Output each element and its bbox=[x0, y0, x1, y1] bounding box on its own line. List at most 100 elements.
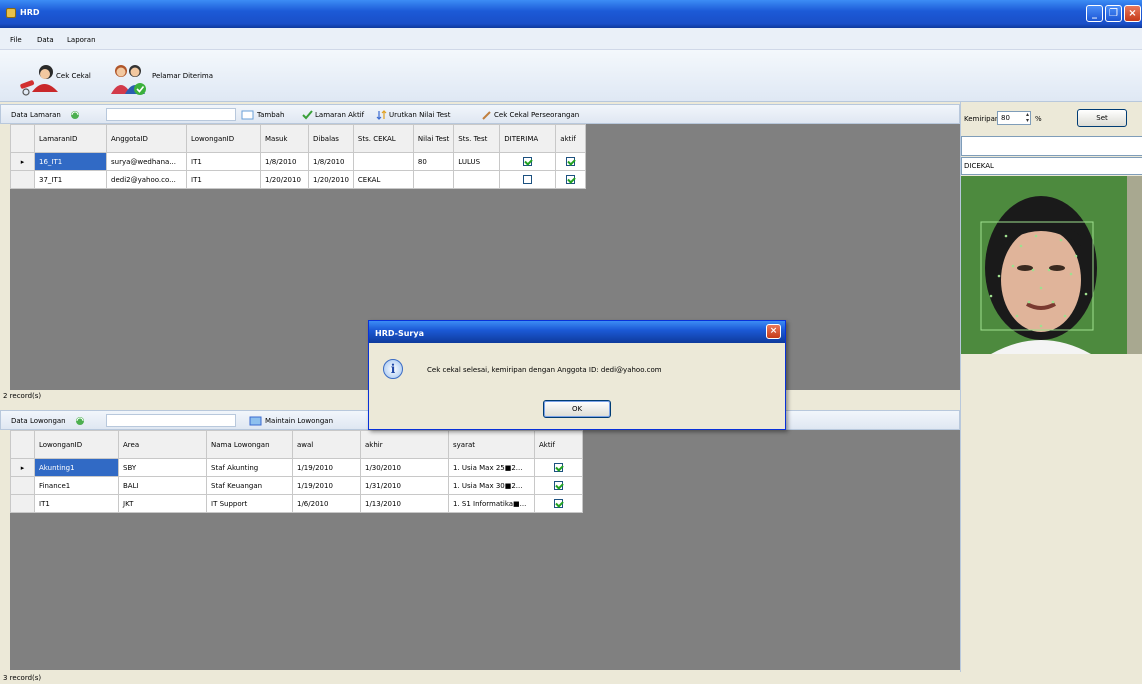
table-cell-nilai[interactable]: 80 bbox=[412, 152, 455, 171]
table-cell-awal[interactable]: 1/6/2010 bbox=[292, 494, 361, 513]
column-header[interactable]: aktif bbox=[555, 124, 587, 153]
row-header[interactable] bbox=[10, 476, 35, 495]
row-header[interactable]: ▸ bbox=[10, 152, 35, 171]
column-header[interactable]: Sts. Test bbox=[453, 124, 501, 153]
aktif-checkbox[interactable] bbox=[554, 499, 563, 508]
diterima-checkbox[interactable] bbox=[523, 175, 533, 184]
aktif-checkbox[interactable] bbox=[554, 481, 563, 490]
table-cell-masuk[interactable]: 1/8/2010 bbox=[260, 152, 309, 171]
menu-laporan[interactable]: Laporan bbox=[67, 36, 96, 44]
set-button[interactable]: Set bbox=[1077, 109, 1127, 127]
cek-cekal-button[interactable]: Cek Cekal bbox=[18, 65, 91, 96]
table-cell-area[interactable]: BALI bbox=[118, 476, 207, 495]
column-header[interactable]: Area bbox=[118, 430, 207, 459]
spinner-arrows-icon[interactable]: ▴ ▾ bbox=[1026, 112, 1029, 124]
table-cell-dibalas[interactable]: 1/20/2010 bbox=[308, 170, 354, 189]
kemiripan-spinner[interactable]: 80 ▴ ▾ bbox=[997, 111, 1031, 125]
table-cell-id[interactable]: IT1 bbox=[34, 494, 119, 513]
table-cell-sts_test[interactable] bbox=[453, 170, 501, 189]
column-header[interactable]: akhir bbox=[360, 430, 449, 459]
lowongan-search-input[interactable] bbox=[106, 414, 236, 427]
menu-file[interactable]: File bbox=[10, 36, 22, 44]
table-cell-aktif[interactable] bbox=[534, 494, 583, 513]
menu-data[interactable]: Data bbox=[37, 36, 54, 44]
table-cell-akhir[interactable]: 1/30/2010 bbox=[360, 458, 449, 477]
ok-button[interactable]: OK bbox=[543, 400, 611, 418]
table-cell-sts_test[interactable]: LULUS bbox=[453, 152, 501, 171]
table-cell-syarat[interactable]: 1. S1 Informatika■... bbox=[448, 494, 535, 513]
table-cell-id[interactable]: 16_IT1 bbox=[34, 152, 107, 171]
table-cell-anggota[interactable]: dedi2@yahoo.co... bbox=[106, 170, 187, 189]
diterima-checkbox[interactable] bbox=[523, 157, 533, 166]
table-cell-akhir[interactable]: 1/13/2010 bbox=[360, 494, 449, 513]
close-button[interactable]: × bbox=[1124, 5, 1141, 22]
table-cell-id[interactable]: Akunting1 bbox=[34, 458, 119, 477]
column-header[interactable]: LamaranID bbox=[34, 124, 107, 153]
table-cell-cekal[interactable] bbox=[352, 152, 414, 171]
table-cell-akhir[interactable]: 1/31/2010 bbox=[360, 476, 449, 495]
table-cell-awal[interactable]: 1/19/2010 bbox=[292, 458, 361, 477]
table-cell-cekal[interactable]: CEKAL bbox=[352, 170, 414, 189]
table-cell-aktif[interactable] bbox=[555, 152, 587, 171]
column-header[interactable]: DITERIMA bbox=[499, 124, 557, 153]
aktif-checkbox[interactable] bbox=[566, 157, 576, 166]
dialog-close-button[interactable]: × bbox=[766, 324, 781, 339]
table-cell-nama[interactable]: Staf Akunting bbox=[206, 458, 293, 477]
column-header[interactable]: Sts. CEKAL bbox=[352, 124, 414, 153]
row-header[interactable] bbox=[10, 494, 35, 513]
table-cell-id[interactable]: 37_IT1 bbox=[34, 170, 107, 189]
aktif-checkbox[interactable] bbox=[566, 175, 576, 184]
table-cell-nilai[interactable] bbox=[412, 170, 455, 189]
table-row[interactable]: IT1 JKT IT Support 1/6/2010 1/13/2010 1. S1 I… bbox=[10, 494, 583, 513]
column-header[interactable]: Dibalas bbox=[308, 124, 354, 153]
column-header[interactable]: LowonganID bbox=[34, 430, 119, 459]
table-cell-diterima[interactable] bbox=[499, 152, 557, 171]
urutkan-button[interactable]: Urutkan Nilai Test bbox=[376, 110, 450, 120]
title-bar[interactable]: HRD _ ❐ × bbox=[0, 0, 1142, 28]
cek-perseorangan-button[interactable]: Cek Cekal Perseorangan bbox=[481, 110, 579, 120]
column-header[interactable]: LowonganID bbox=[186, 124, 261, 153]
table-cell-aktif[interactable] bbox=[534, 476, 583, 495]
dialog-title-bar[interactable]: HRD-Surya bbox=[369, 321, 785, 343]
table-cell-syarat[interactable]: 1. Usia Max 25■2... bbox=[448, 458, 535, 477]
table-cell-syarat[interactable]: 1. Usia Max 30■2... bbox=[448, 476, 535, 495]
table-row[interactable]: Finance1 BALI Staf Keuangan 1/19/2010 1/31/2… bbox=[10, 476, 583, 495]
tambah-button[interactable]: Tambah bbox=[241, 110, 284, 120]
row-header[interactable] bbox=[10, 170, 35, 189]
table-cell-nama[interactable]: Staf Keuangan bbox=[206, 476, 293, 495]
table-cell-awal[interactable]: 1/19/2010 bbox=[292, 476, 361, 495]
refresh-icon[interactable] bbox=[74, 416, 86, 426]
name-input[interactable] bbox=[961, 136, 1142, 156]
column-header[interactable]: Aktif bbox=[534, 430, 583, 459]
table-cell-area[interactable]: SBY bbox=[118, 458, 207, 477]
lamaran-aktif-button[interactable]: Lamaran Aktif bbox=[302, 110, 364, 120]
table-cell-anggota[interactable]: surya@wedhana... bbox=[106, 152, 187, 171]
lamaran-search-input[interactable] bbox=[106, 108, 236, 121]
table-cell-nama[interactable]: IT Support bbox=[206, 494, 293, 513]
table-cell-aktif[interactable] bbox=[534, 458, 583, 477]
pelamar-diterima-button[interactable]: Pelamar Diterima bbox=[110, 65, 213, 95]
restore-button[interactable]: ❐ bbox=[1105, 5, 1122, 22]
column-header[interactable]: AnggotaID bbox=[106, 124, 187, 153]
column-header[interactable]: Nama Lowongan bbox=[206, 430, 293, 459]
row-header[interactable]: ▸ bbox=[10, 458, 35, 477]
table-row[interactable]: ▸ 16_IT1 surya@wedhana... IT1 1/8/2010 1/8/20… bbox=[10, 152, 587, 171]
column-header[interactable]: Masuk bbox=[260, 124, 309, 153]
table-cell-aktif[interactable] bbox=[555, 170, 587, 189]
table-row[interactable]: ▸ Akunting1 SBY Staf Akunting 1/19/2010 1/30/… bbox=[10, 458, 583, 477]
table-cell-lowongan[interactable]: IT1 bbox=[186, 152, 261, 171]
table-cell-masuk[interactable]: 1/20/2010 bbox=[260, 170, 309, 189]
column-header[interactable]: awal bbox=[292, 430, 361, 459]
table-cell-diterima[interactable] bbox=[499, 170, 557, 189]
table-cell-lowongan[interactable]: IT1 bbox=[186, 170, 261, 189]
table-cell-dibalas[interactable]: 1/8/2010 bbox=[308, 152, 354, 171]
table-cell-id[interactable]: Finance1 bbox=[34, 476, 119, 495]
refresh-icon[interactable] bbox=[69, 110, 81, 120]
aktif-checkbox[interactable] bbox=[554, 463, 563, 472]
maintain-lowongan-button[interactable]: Maintain Lowongan bbox=[249, 416, 333, 426]
minimize-button[interactable]: _ bbox=[1086, 5, 1103, 22]
table-cell-area[interactable]: JKT bbox=[118, 494, 207, 513]
column-header[interactable]: Nilai Test bbox=[412, 124, 455, 153]
table-row[interactable]: 37_IT1 dedi2@yahoo.co... IT1 1/20/2010 1/20/… bbox=[10, 170, 587, 189]
column-header[interactable]: syarat bbox=[448, 430, 535, 459]
